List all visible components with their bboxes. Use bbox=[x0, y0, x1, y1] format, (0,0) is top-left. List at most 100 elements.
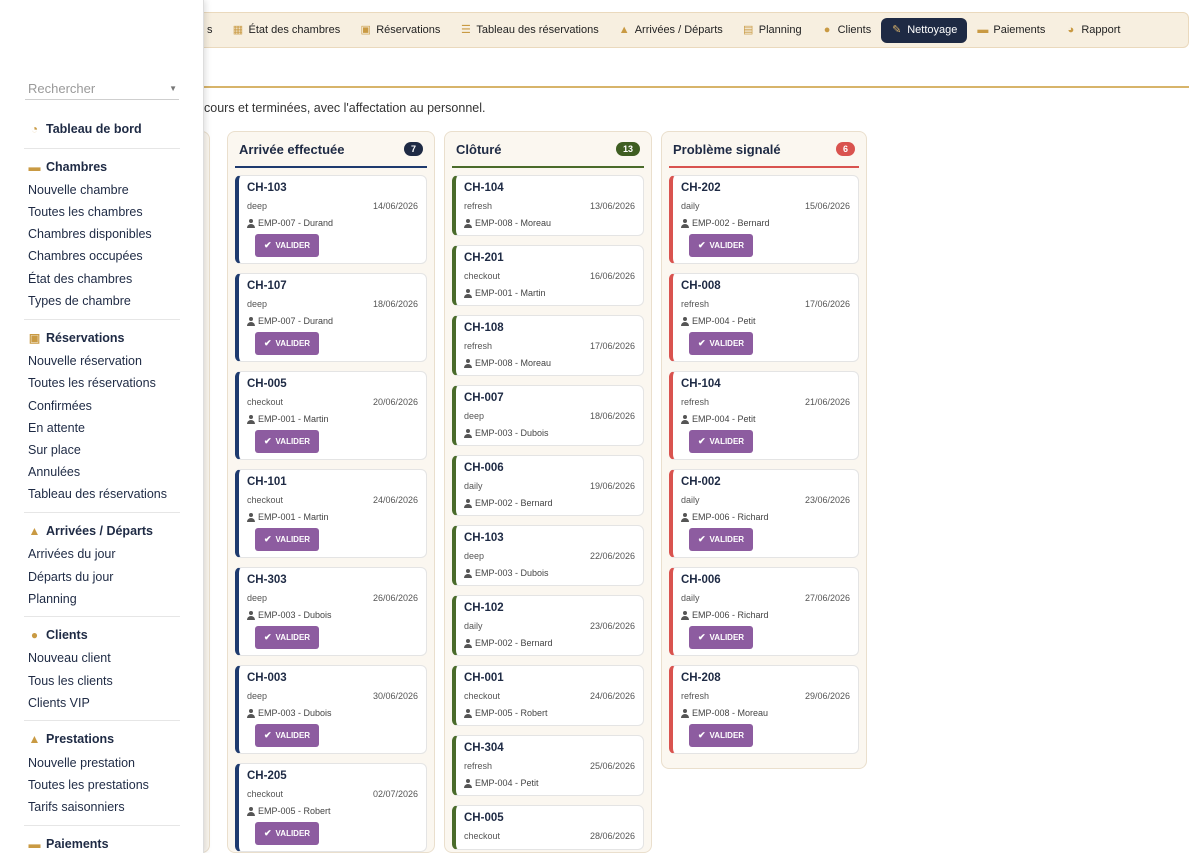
assigned-employee: EMP-006 - Richard bbox=[681, 511, 850, 523]
sidebar-section-reservations[interactable]: ▣ Réservations bbox=[28, 331, 125, 345]
sidebar-item[interactable]: État des chambres bbox=[28, 272, 132, 286]
cleaning-task-card[interactable]: CH-006 daily 19/06/2026 EMP-002 - Bernard bbox=[452, 455, 644, 516]
chevron-down-icon: ▼ bbox=[169, 84, 177, 93]
sidebar-section-label: Prestations bbox=[46, 732, 115, 746]
sidebar-item[interactable]: Nouvelle prestation bbox=[28, 756, 135, 770]
check-icon: ✔ bbox=[264, 534, 272, 544]
nav-arrivees-departs[interactable]: ▲ Arrivées / Départs bbox=[609, 18, 733, 43]
cleaning-task-card[interactable]: CH-104 refresh 21/06/2026 EMP-004 - Petit ✔ V… bbox=[669, 371, 859, 460]
cleaning-task-card[interactable]: CH-007 deep 18/06/2026 EMP-003 - Dubois bbox=[452, 385, 644, 446]
sidebar-item[interactable]: En attente bbox=[28, 421, 85, 435]
sidebar-item[interactable]: Tous les clients bbox=[28, 674, 113, 688]
cleaning-task-card[interactable]: CH-201 checkout 16/06/2026 EMP-001 - Martin bbox=[452, 245, 644, 306]
nav-etat-chambres[interactable]: ▦ État des chambres bbox=[223, 18, 351, 43]
cleaning-date: 23/06/2026 bbox=[589, 621, 635, 631]
valider-button[interactable]: ✔ VALIDER bbox=[255, 724, 320, 747]
assigned-employee: EMP-001 - Martin bbox=[247, 413, 418, 425]
cleaning-task-card[interactable]: CH-103 deep 14/06/2026 EMP-007 - Durand ✔ VAL… bbox=[235, 175, 427, 264]
user-icon bbox=[681, 218, 689, 228]
sidebar-item[interactable]: Types de chambre bbox=[28, 294, 131, 308]
cleaning-task-card[interactable]: CH-101 checkout 24/06/2026 EMP-001 - Martin… bbox=[235, 469, 427, 558]
sidebar-item[interactable]: Départs du jour bbox=[28, 570, 113, 584]
room-number: CH-304 bbox=[464, 742, 504, 754]
valider-button[interactable]: ✔ VALIDER bbox=[255, 822, 320, 845]
cleaning-task-card[interactable]: CH-202 daily 15/06/2026 EMP-002 - Bernard ✔ V… bbox=[669, 175, 859, 264]
sidebar-item[interactable]: Sur place bbox=[28, 443, 81, 457]
valider-button[interactable]: ✔ VALIDER bbox=[689, 332, 754, 355]
assigned-employee: EMP-003 - Dubois bbox=[247, 609, 418, 621]
cleaning-date: 19/06/2026 bbox=[589, 481, 635, 491]
room-number: CH-005 bbox=[247, 378, 287, 390]
sidebar-item[interactable]: Chambres disponibles bbox=[28, 227, 152, 241]
cleaning-type: deep bbox=[247, 691, 268, 701]
valider-button[interactable]: ✔ VALIDER bbox=[689, 528, 754, 551]
search-input[interactable]: Rechercher ▼ bbox=[25, 78, 179, 100]
column-header: Clôturé 13 bbox=[445, 132, 651, 166]
sidebar-item[interactable]: Clients VIP bbox=[28, 696, 90, 710]
cleaning-task-card[interactable]: CH-006 daily 27/06/2026 EMP-006 - Richard ✔ V… bbox=[669, 567, 859, 656]
valider-button[interactable]: ✔ VALIDER bbox=[255, 430, 320, 453]
cleaning-task-card[interactable]: CH-108 refresh 17/06/2026 EMP-008 - Moreau bbox=[452, 315, 644, 376]
nav-planning[interactable]: ▤ Planning bbox=[733, 18, 812, 43]
nav-nettoyage[interactable]: ✎ Nettoyage bbox=[881, 17, 968, 43]
nav-clients[interactable]: ● Clients bbox=[812, 18, 882, 43]
sidebar-item[interactable]: Nouvelle chambre bbox=[28, 183, 129, 197]
card-meta: daily 19/06/2026 bbox=[464, 481, 635, 493]
sidebar-item[interactable]: Arrivées du jour bbox=[28, 547, 116, 561]
cleaning-task-card[interactable]: CH-102 daily 23/06/2026 EMP-002 - Bernard bbox=[452, 595, 644, 656]
valider-button[interactable]: ✔ VALIDER bbox=[689, 724, 754, 747]
cleaning-task-card[interactable]: CH-208 refresh 29/06/2026 EMP-008 - Moreau ✔… bbox=[669, 665, 859, 754]
valider-button[interactable]: ✔ VALIDER bbox=[689, 234, 754, 257]
sidebar-item[interactable]: Toutes les réservations bbox=[28, 376, 156, 390]
sidebar-item[interactable]: Toutes les prestations bbox=[28, 778, 149, 792]
valider-button[interactable]: ✔ VALIDER bbox=[255, 332, 320, 355]
nav-tableau-reservations[interactable]: ☰ Tableau des réservations bbox=[450, 18, 608, 43]
sidebar-item[interactable]: Tarifs saisonniers bbox=[28, 800, 125, 814]
cleaning-task-card[interactable]: CH-103 deep 22/06/2026 EMP-003 - Dubois bbox=[452, 525, 644, 586]
sidebar-dashboard[interactable]: ◔ Tableau de bord bbox=[28, 122, 142, 136]
sidebar-item[interactable]: Planning bbox=[28, 592, 77, 606]
user-icon bbox=[464, 288, 472, 298]
check-icon: ✔ bbox=[698, 240, 706, 250]
sidebar-section-clients[interactable]: ● Clients bbox=[28, 628, 88, 642]
nav-label: Arrivées / Départs bbox=[634, 24, 723, 36]
calendar-check-icon: ▣ bbox=[360, 23, 371, 36]
sidebar-item[interactable]: Nouveau client bbox=[28, 651, 111, 665]
valider-button[interactable]: ✔ VALIDER bbox=[689, 430, 754, 453]
cleaning-task-card[interactable]: CH-003 deep 30/06/2026 EMP-003 - Dubois ✔ VAL… bbox=[235, 665, 427, 754]
sidebar-section-chambres[interactable]: ▬ Chambres bbox=[28, 160, 108, 174]
sidebar-item[interactable]: Nouvelle réservation bbox=[28, 354, 142, 368]
room-number: CH-104 bbox=[464, 182, 504, 194]
cleaning-task-card[interactable]: CH-104 refresh 13/06/2026 EMP-008 - Moreau bbox=[452, 175, 644, 236]
valider-button[interactable]: ✔ VALIDER bbox=[255, 626, 320, 649]
sidebar-section-arrivees[interactable]: ▲ Arrivées / Départs bbox=[28, 524, 153, 538]
nav-paiements[interactable]: ▬ Paiements bbox=[967, 18, 1055, 43]
valider-button[interactable]: ✔ VALIDER bbox=[255, 234, 320, 257]
cleaning-task-card[interactable]: CH-002 daily 23/06/2026 EMP-006 - Richard ✔ V… bbox=[669, 469, 859, 558]
cleaning-task-card[interactable]: CH-005 checkout 28/06/2026 bbox=[452, 805, 644, 850]
cleaning-task-card[interactable]: CH-205 checkout 02/07/2026 EMP-005 - Robert… bbox=[235, 763, 427, 852]
sidebar-item[interactable]: Confirmées bbox=[28, 399, 92, 413]
cleaning-task-card[interactable]: CH-005 checkout 20/06/2026 EMP-001 - Martin… bbox=[235, 371, 427, 460]
cleaning-task-card[interactable]: CH-304 refresh 25/06/2026 EMP-004 - Petit bbox=[452, 735, 644, 796]
sidebar-item[interactable]: Toutes les chambres bbox=[28, 205, 143, 219]
sidebar-section-prestations[interactable]: ▲ Prestations bbox=[28, 732, 115, 746]
cleaning-task-card[interactable]: CH-001 checkout 24/06/2026 EMP-005 - Robert bbox=[452, 665, 644, 726]
sidebar-item[interactable]: Chambres occupées bbox=[28, 249, 143, 263]
check-icon: ✔ bbox=[698, 534, 706, 544]
valider-button[interactable]: ✔ VALIDER bbox=[255, 528, 320, 551]
valider-button[interactable]: ✔ VALIDER bbox=[689, 626, 754, 649]
sidebar: Rechercher ▼ ◔ Tableau de bord ▬ Chambres … bbox=[0, 0, 204, 853]
sidebar-item[interactable]: Tableau des réservations bbox=[28, 487, 167, 501]
card-meta: daily 15/06/2026 bbox=[681, 201, 850, 213]
cleaning-task-card[interactable]: CH-107 deep 18/06/2026 EMP-007 - Durand ✔ VAL… bbox=[235, 273, 427, 362]
column-cards: CH-103 deep 14/06/2026 EMP-007 - Durand ✔ VAL… bbox=[228, 175, 434, 852]
nav-rapport[interactable]: ◕ Rapport bbox=[1055, 18, 1130, 43]
assigned-employee: EMP-008 - Moreau bbox=[681, 707, 850, 719]
card-meta: deep 18/06/2026 bbox=[464, 411, 635, 423]
sidebar-section-paiements[interactable]: ▬ Paiements bbox=[28, 837, 109, 851]
sidebar-item[interactable]: Annulées bbox=[28, 465, 80, 479]
nav-reservations[interactable]: ▣ Réservations bbox=[350, 18, 450, 43]
cleaning-task-card[interactable]: CH-303 deep 26/06/2026 EMP-003 - Dubois ✔ VAL… bbox=[235, 567, 427, 656]
cleaning-task-card[interactable]: CH-008 refresh 17/06/2026 EMP-004 - Petit ✔ V… bbox=[669, 273, 859, 362]
